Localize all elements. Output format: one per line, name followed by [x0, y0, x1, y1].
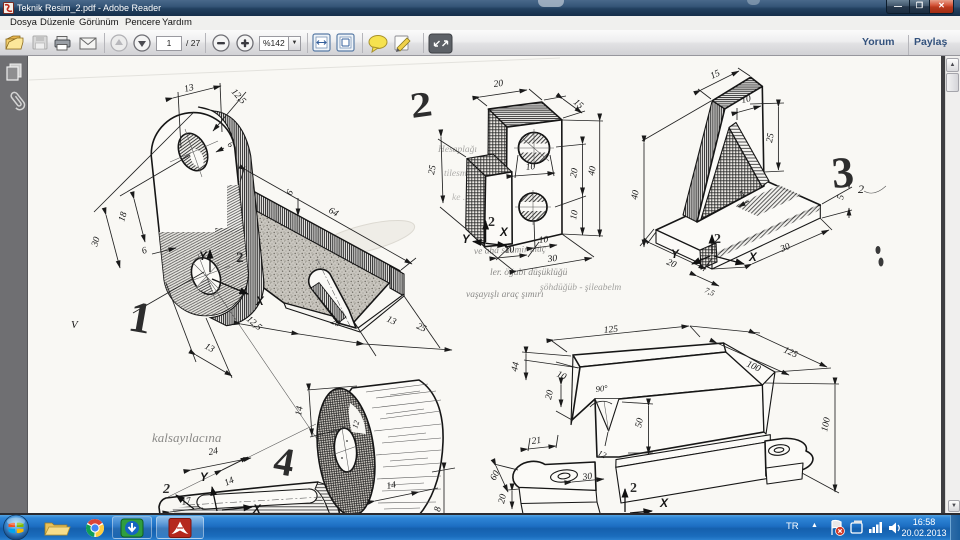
svg-text:X: X — [255, 296, 265, 308]
svg-text:Hesaplağı: Hesaplağı — [437, 145, 477, 155]
svg-text:V: V — [71, 319, 79, 331]
svg-text:15: 15 — [709, 69, 722, 82]
svg-text:30: 30 — [90, 236, 103, 249]
svg-text:14: 14 — [386, 480, 397, 492]
svg-text:40: 40 — [630, 189, 642, 200]
svg-text:10: 10 — [569, 209, 581, 220]
svg-text:30: 30 — [778, 242, 792, 256]
svg-text:X: X — [748, 252, 758, 264]
svg-text:40: 40 — [587, 165, 599, 176]
svg-text:vaşayışlı araç şımırı: vaşayışlı araç şımırı — [466, 290, 544, 300]
svg-text:7,5: 7,5 — [703, 286, 716, 298]
svg-text:10: 10 — [538, 235, 549, 246]
svg-text:10: 10 — [504, 245, 515, 256]
svg-text:12,5: 12,5 — [244, 315, 263, 334]
svg-text:X: X — [499, 227, 509, 239]
svg-text:ler. öğubı düşüklüğü: ler. öğubı düşüklüğü — [490, 268, 568, 278]
svg-text:20: 20 — [493, 79, 504, 90]
svg-text:X: X — [659, 496, 669, 510]
svg-text:13: 13 — [203, 342, 216, 355]
svg-text:2: 2 — [858, 182, 864, 196]
svg-text:14: 14 — [223, 476, 236, 489]
svg-text:24: 24 — [208, 446, 219, 458]
svg-text:20: 20 — [497, 493, 509, 505]
svg-text:6: 6 — [141, 246, 149, 257]
svg-text:20: 20 — [544, 389, 556, 401]
svg-text:şöhdüğüb - şileabelm: şöhdüğüb - şileabelm — [540, 283, 621, 293]
svg-text:13: 13 — [385, 315, 398, 328]
svg-text:2: 2 — [630, 481, 637, 496]
svg-text:kalsayılacına: kalsayılacına — [152, 430, 222, 445]
svg-text:20: 20 — [569, 167, 581, 178]
svg-text:1: 1 — [125, 292, 155, 344]
svg-text:2: 2 — [714, 232, 721, 247]
svg-text:125: 125 — [603, 325, 618, 336]
svg-text:25: 25 — [765, 132, 777, 143]
svg-text:10: 10 — [555, 370, 568, 383]
svg-text:30: 30 — [581, 472, 593, 483]
svg-text:Y: Y — [671, 249, 680, 261]
svg-text:Y: Y — [462, 234, 471, 246]
svg-text:14: 14 — [294, 405, 306, 416]
svg-text:2: 2 — [236, 250, 244, 266]
svg-text:90°: 90° — [595, 383, 608, 394]
svg-text:12,5: 12,5 — [229, 87, 248, 106]
svg-text:30: 30 — [546, 254, 558, 265]
svg-text:125: 125 — [782, 346, 799, 361]
svg-text:100: 100 — [820, 416, 833, 432]
svg-text:10: 10 — [525, 162, 536, 173]
svg-text:Y: Y — [199, 251, 208, 263]
svg-text:8: 8 — [433, 506, 444, 513]
svg-text:3: 3 — [830, 147, 856, 198]
svg-text:18: 18 — [117, 211, 129, 223]
svg-text:64: 64 — [327, 206, 340, 220]
svg-text:15: 15 — [571, 98, 585, 112]
svg-text:44: 44 — [510, 361, 522, 373]
svg-text:21: 21 — [531, 436, 542, 447]
svg-text:2: 2 — [162, 482, 170, 497]
svg-text:6: 6 — [285, 188, 296, 197]
svg-text:2: 2 — [488, 215, 495, 230]
svg-text:25: 25 — [415, 322, 428, 335]
svg-text:25: 25 — [427, 164, 439, 175]
svg-text:2: 2 — [408, 84, 435, 126]
svg-text:Y: Y — [200, 472, 209, 484]
svg-text:60: 60 — [489, 469, 502, 482]
